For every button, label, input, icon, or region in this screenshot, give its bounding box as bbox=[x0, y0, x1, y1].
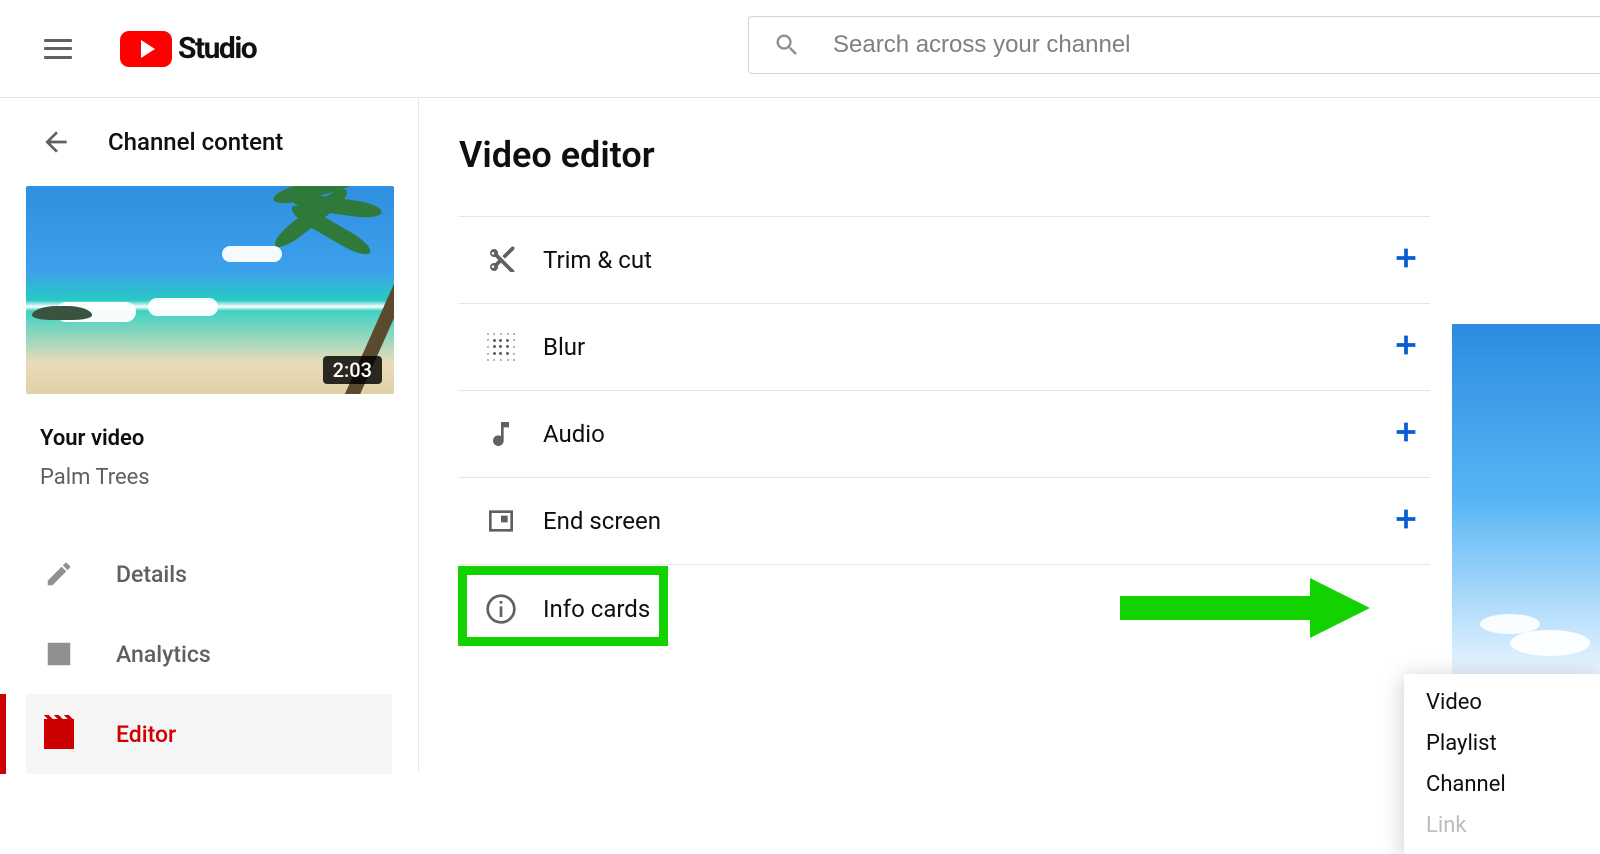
info-icon bbox=[485, 593, 517, 625]
editor-rows: Trim & cut Blur Audio End s bbox=[459, 216, 1430, 652]
video-duration: 2:03 bbox=[323, 356, 382, 384]
video-preview bbox=[1452, 324, 1600, 674]
search-input[interactable] bbox=[833, 31, 1600, 59]
page-title: Video editor bbox=[459, 134, 1600, 176]
info-cards-dropdown: Video Playlist Channel Link bbox=[1404, 674, 1600, 854]
arrow-left-icon bbox=[40, 126, 72, 158]
sidebar-item-editor[interactable]: Editor bbox=[26, 694, 392, 774]
end-screen-icon bbox=[485, 505, 517, 537]
dropdown-item-link: Link bbox=[1404, 805, 1600, 846]
row-trim-cut[interactable]: Trim & cut bbox=[459, 217, 1430, 304]
dropdown-item-channel[interactable]: Channel bbox=[1404, 764, 1600, 805]
analytics-icon bbox=[44, 639, 74, 669]
search-icon bbox=[773, 31, 801, 59]
row-audio[interactable]: Audio bbox=[459, 391, 1430, 478]
row-label: Audio bbox=[543, 420, 1382, 448]
add-blur[interactable] bbox=[1382, 330, 1430, 364]
plus-icon bbox=[1391, 417, 1421, 447]
row-end-screen[interactable]: End screen bbox=[459, 478, 1430, 565]
youtube-play-icon bbox=[120, 31, 172, 67]
your-video-label: Your video bbox=[40, 426, 392, 451]
your-video-section: Your video Palm Trees bbox=[40, 426, 392, 490]
clapper-icon bbox=[44, 719, 74, 749]
video-title: Palm Trees bbox=[40, 465, 392, 490]
plus-icon bbox=[1391, 330, 1421, 360]
add-audio[interactable] bbox=[1382, 417, 1430, 451]
sidebar-item-analytics[interactable]: Analytics bbox=[26, 614, 392, 694]
row-label: Info cards bbox=[543, 595, 1382, 623]
pencil-icon bbox=[44, 559, 74, 589]
sidebar: Channel content 2:03 Your video Palm Tre… bbox=[0, 98, 419, 771]
row-label: Trim & cut bbox=[543, 246, 1382, 274]
sidebar-item-details[interactable]: Details bbox=[26, 534, 392, 614]
plus-icon bbox=[1391, 504, 1421, 534]
sidebar-item-label: Details bbox=[116, 561, 187, 588]
blur-icon bbox=[485, 331, 517, 363]
music-note-icon bbox=[485, 418, 517, 450]
sidebar-item-label: Analytics bbox=[116, 641, 211, 668]
app-header: Studio bbox=[0, 0, 1600, 98]
plus-icon bbox=[1391, 243, 1421, 273]
search-bar[interactable] bbox=[748, 16, 1600, 74]
logo-text: Studio bbox=[178, 31, 256, 66]
add-end-screen[interactable] bbox=[1382, 504, 1430, 538]
row-label: End screen bbox=[543, 507, 1382, 535]
row-info-cards[interactable]: Info cards bbox=[459, 565, 1430, 652]
hamburger-menu-icon[interactable] bbox=[44, 39, 72, 59]
row-label: Blur bbox=[543, 333, 1382, 361]
studio-logo[interactable]: Studio bbox=[120, 31, 256, 67]
scissors-icon bbox=[485, 244, 517, 276]
dropdown-item-playlist[interactable]: Playlist bbox=[1404, 723, 1600, 764]
sidebar-item-label: Editor bbox=[116, 721, 176, 748]
video-thumbnail[interactable]: 2:03 bbox=[26, 186, 394, 394]
sidebar-nav: Details Analytics Editor bbox=[26, 534, 392, 774]
main-content: Video editor Trim & cut Blur Audio bbox=[419, 98, 1600, 771]
back-to-channel-content[interactable]: Channel content bbox=[40, 126, 392, 158]
add-trim-cut[interactable] bbox=[1382, 243, 1430, 277]
back-label: Channel content bbox=[108, 128, 283, 156]
dropdown-item-video[interactable]: Video bbox=[1404, 682, 1600, 723]
row-blur[interactable]: Blur bbox=[459, 304, 1430, 391]
